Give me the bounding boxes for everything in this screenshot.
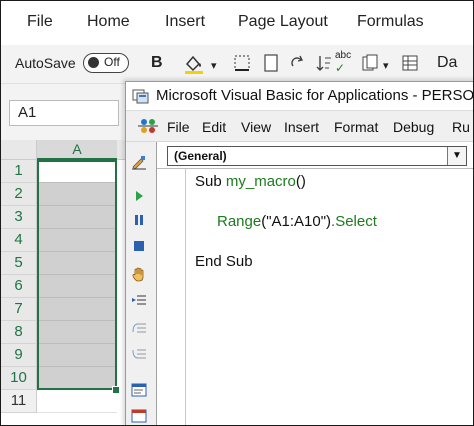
range-args: ("A1:A10") (261, 213, 332, 230)
pause-icon[interactable] (131, 212, 147, 228)
select-all-corner[interactable] (1, 140, 37, 160)
fill-handle[interactable] (112, 386, 120, 394)
menu-view[interactable]: View (241, 119, 271, 135)
screenshot-frame: File Home Insert Page Layout Formulas Au… (0, 0, 474, 426)
run-icon[interactable] (131, 188, 147, 204)
name-box[interactable]: A1 (9, 100, 119, 126)
menu-edit[interactable]: Edit (202, 119, 226, 135)
autosave-label: AutoSave (15, 55, 76, 71)
cell-a2[interactable] (37, 183, 117, 206)
autosave-toggle[interactable]: Off (83, 53, 129, 73)
row-header[interactable]: 1 (1, 160, 37, 183)
object-combo[interactable]: (General) ▼ (167, 146, 467, 166)
margin-indicator-bar (185, 169, 186, 425)
vba-window-title: Microsoft Visual Basic for Applications … (156, 87, 474, 104)
row-header[interactable]: 10 (1, 367, 37, 390)
copy-icon[interactable] (361, 54, 379, 77)
tab-page-layout[interactable]: Page Layout (238, 13, 328, 31)
bold-icon[interactable]: B (151, 54, 163, 72)
row-header[interactable]: 5 (1, 252, 37, 275)
row-header[interactable]: 6 (1, 275, 37, 298)
grid-icon[interactable] (401, 54, 419, 77)
menu-format[interactable]: Format (334, 119, 378, 135)
select-method: .Select (331, 213, 377, 230)
vba-title-bar[interactable]: Microsoft Visual Basic for Applications … (126, 82, 474, 111)
excel-ribbon-tabs: File Home Insert Page Layout Formulas (1, 1, 473, 45)
tab-insert[interactable]: Insert (165, 13, 205, 31)
cell-a9[interactable] (37, 344, 117, 367)
row-header[interactable]: 3 (1, 206, 37, 229)
vba-editor-window: Microsoft Visual Basic for Applications … (125, 81, 474, 425)
menu-debug[interactable]: Debug (393, 119, 434, 135)
stop-icon[interactable] (131, 238, 147, 254)
design-mode-icon[interactable] (131, 154, 147, 170)
cell-a8[interactable] (37, 321, 117, 344)
cell-a11[interactable] (37, 390, 117, 413)
toggle-knob (88, 57, 99, 68)
vba-menu-bar: File Edit View Insert Format Debug Ru (126, 111, 473, 142)
cell-a5[interactable] (37, 252, 117, 275)
cell-a1[interactable] (37, 160, 117, 183)
redo-icon[interactable] (289, 54, 307, 77)
data-tab-truncated[interactable]: Da (437, 54, 457, 72)
row-header[interactable]: 9 (1, 344, 37, 367)
autosave-state: Off (104, 55, 120, 69)
row-header[interactable]: 8 (1, 321, 37, 344)
code-line-range[interactable]: Range("A1:A10").Select (217, 213, 377, 230)
tab-formulas[interactable]: Formulas (357, 13, 424, 31)
menu-file[interactable]: File (167, 119, 190, 135)
code-line-end-sub[interactable]: End Sub (195, 253, 253, 270)
column-header-a[interactable]: A (37, 140, 117, 160)
keyword-sub: Sub (195, 173, 226, 190)
row-header[interactable]: 4 (1, 229, 37, 252)
sort-icon[interactable] (315, 54, 333, 77)
spelling-text: abc (335, 50, 352, 61)
hand-icon[interactable] (131, 266, 147, 282)
code-editor[interactable]: Sub my_macro() Range("A1:A10").Select En… (157, 168, 473, 425)
code-window: (General) ▼ Sub my_macro() Range("A1:A10… (156, 142, 473, 425)
tab-file[interactable]: File (27, 13, 53, 31)
vba-app-icon (132, 89, 149, 104)
vba-system-menu-icon[interactable] (136, 115, 160, 137)
cell-a7[interactable] (37, 298, 117, 321)
macro-name: my_macro (225, 173, 296, 190)
code-line-sub[interactable]: Sub my_macro() (195, 173, 306, 190)
row-header[interactable]: 11 (1, 390, 37, 413)
dropdown-arrow-icon[interactable]: ▾ (211, 59, 217, 72)
dropdown-arrow-icon[interactable]: ▾ (383, 59, 389, 72)
step-into-icon[interactable] (131, 292, 147, 308)
range-keyword: Range (217, 213, 262, 230)
tab-home[interactable]: Home (87, 13, 130, 31)
menu-insert[interactable]: Insert (284, 119, 319, 135)
step-over-icon[interactable] (131, 320, 147, 336)
cell-a10[interactable] (37, 367, 117, 390)
fill-color-icon[interactable] (183, 54, 205, 79)
border-icon[interactable] (233, 54, 251, 77)
document-icon[interactable] (263, 54, 279, 77)
cell-a3[interactable] (37, 206, 117, 229)
spelling-icon[interactable]: abc ✓ (335, 50, 351, 75)
vba-left-toolbar (126, 142, 152, 425)
excel-quick-toolbar: AutoSave Off B ▾ abc ✓ ▾ Da (1, 45, 473, 84)
spreadsheet-grid: A 1 2 3 4 5 6 7 8 9 10 11 (1, 140, 131, 425)
project-explorer-icon[interactable] (131, 382, 147, 398)
step-out-icon[interactable] (131, 346, 147, 362)
object-combo-value: (General) (174, 149, 227, 163)
row-header[interactable]: 2 (1, 183, 37, 206)
cell-a4[interactable] (37, 229, 117, 252)
row-header[interactable]: 7 (1, 298, 37, 321)
menu-run[interactable]: Ru (452, 119, 470, 135)
macro-parens: () (295, 173, 306, 190)
properties-window-icon[interactable] (131, 408, 147, 424)
cell-a6[interactable] (37, 275, 117, 298)
combo-dropdown-icon[interactable]: ▼ (447, 147, 466, 165)
